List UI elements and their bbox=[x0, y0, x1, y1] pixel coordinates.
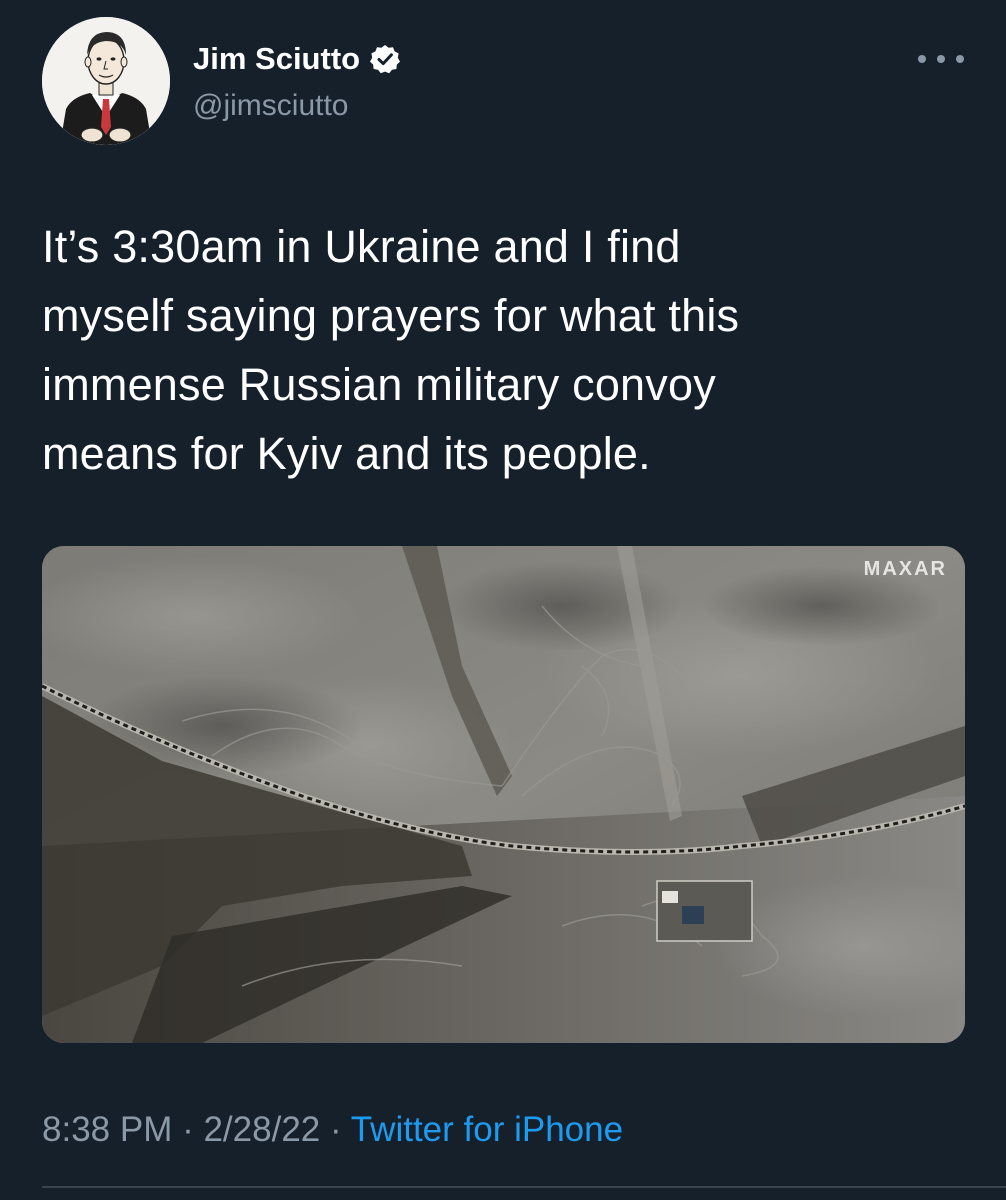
divider bbox=[42, 1186, 1006, 1188]
more-dot bbox=[937, 55, 945, 63]
satellite-image bbox=[42, 546, 965, 1043]
tweet-text: It’s 3:30am in Ukraine and I find myself… bbox=[42, 221, 740, 479]
verified-badge-icon bbox=[369, 43, 401, 75]
meta-separator: · bbox=[320, 1110, 351, 1149]
image-watermark: MAXAR bbox=[863, 558, 947, 580]
tweet: Jim Sciutto @jimsciutto It’s 3:30am in U… bbox=[0, 0, 1006, 1200]
tweet-source-link[interactable]: Twitter for iPhone bbox=[351, 1110, 623, 1149]
display-name[interactable]: Jim Sciutto bbox=[193, 40, 360, 78]
avatar[interactable] bbox=[42, 17, 170, 145]
more-dot bbox=[918, 55, 926, 63]
avatar-illustration bbox=[42, 17, 170, 145]
tweet-metadata: 8:38 PM · 2/28/22 · Twitter for iPhone bbox=[42, 1108, 623, 1152]
tweet-media-image[interactable]: MAXAR bbox=[42, 546, 965, 1043]
tweet-time: 8:38 PM bbox=[42, 1110, 173, 1149]
meta-separator: · bbox=[172, 1110, 204, 1149]
more-dot bbox=[956, 55, 964, 63]
tweet-date: 2/28/22 bbox=[203, 1110, 321, 1149]
more-options-icon[interactable] bbox=[918, 46, 964, 72]
user-handle[interactable]: @jimsciutto bbox=[193, 88, 348, 124]
display-name-row[interactable]: Jim Sciutto bbox=[193, 40, 401, 78]
